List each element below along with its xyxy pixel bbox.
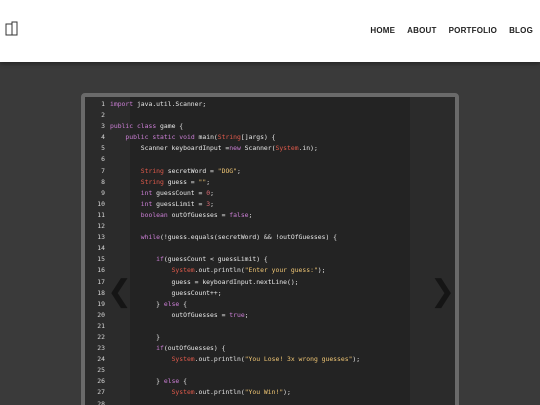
- code-line: 8 String guess = "";: [91, 177, 360, 188]
- code-line: 13 while(!guess.equals(secretWord) && !o…: [91, 232, 360, 243]
- code-text: Scanner keyboardInput =new Scanner(Syste…: [110, 144, 318, 153]
- code-line: 10 int guessLimit = 3;: [91, 199, 360, 210]
- code-line: 2: [91, 110, 360, 121]
- line-number: 20: [97, 310, 105, 319]
- code-text: System.out.println("You Lose! 3x wrong g…: [171, 355, 361, 364]
- nav-item-home[interactable]: HOME: [370, 26, 395, 35]
- line-number: 15: [97, 255, 105, 264]
- line-number: 10: [97, 199, 105, 208]
- code-block: 1 import java.util.Scanner; 2 3 public class…: [91, 99, 360, 405]
- main-nav: HOME ABOUT PORTFOLIO BLOG: [370, 26, 533, 35]
- code-line: 21: [91, 321, 360, 332]
- code-line: 23 if(outOfGuesses) {: [91, 343, 360, 354]
- code-line: 15 if(guessCount < guessLimit) {: [91, 254, 360, 265]
- line-number: 21: [97, 321, 105, 330]
- slider-next-button[interactable]: ❯: [430, 277, 455, 307]
- code-text: if(outOfGuesses) {: [156, 344, 226, 353]
- code-text: import java.util.Scanner;: [110, 100, 207, 108]
- slider-prev-button[interactable]: ❮: [107, 277, 132, 307]
- code-side-right: [410, 97, 455, 405]
- code-text: boolean outOfGuesses = false;: [140, 210, 253, 219]
- logo-icon[interactable]: [5, 21, 19, 36]
- nav-item-portfolio[interactable]: PORTFOLIO: [449, 26, 497, 35]
- line-number: 7: [101, 166, 105, 175]
- code-text: if(guessCount < guessLimit) {: [156, 255, 268, 264]
- code-line: 5 Scanner keyboardInput =new Scanner(Sys…: [91, 143, 360, 154]
- line-number: 26: [97, 377, 105, 386]
- code-line: 12: [91, 221, 360, 232]
- nav-item-blog[interactable]: BLOG: [509, 26, 533, 35]
- code-text: public class game {: [110, 122, 184, 131]
- line-number: 2: [101, 111, 105, 120]
- line-number: 9: [101, 188, 105, 197]
- code-line: 6: [91, 154, 360, 165]
- code-line: 14: [91, 243, 360, 254]
- code-line: 27 System.out.println("You Win!");: [91, 387, 360, 398]
- site-header: HOME ABOUT PORTFOLIO BLOG: [0, 0, 540, 62]
- code-text: System.out.println("You Win!");: [171, 388, 291, 397]
- code-line: 3 public class game {: [91, 121, 360, 132]
- line-number: 23: [97, 344, 105, 353]
- line-number: 18: [97, 288, 105, 297]
- line-number: 22: [97, 332, 105, 341]
- line-number: 13: [97, 233, 105, 242]
- code-line: 25: [91, 365, 360, 376]
- line-number: 27: [97, 388, 105, 397]
- code-line: 20 outOfGuesses = true;: [91, 310, 360, 321]
- nav-item-about[interactable]: ABOUT: [407, 26, 436, 35]
- code-text: String guess = "";: [140, 177, 211, 186]
- line-number: 11: [97, 210, 105, 219]
- code-text: String secretWord = "DOG";: [140, 166, 241, 175]
- code-text: System.out.println("Enter your guess:");: [171, 266, 326, 275]
- line-number: 5: [101, 144, 105, 153]
- code-line: 7 String secretWord = "DOG";: [91, 166, 360, 177]
- line-number: 25: [97, 366, 105, 375]
- code-text: } else {: [110, 377, 187, 386]
- line-number: 24: [97, 355, 105, 364]
- code-line: 24 System.out.println("You Lose! 3x wron…: [91, 354, 360, 365]
- line-number: 12: [97, 222, 105, 231]
- code-text: int guessLimit = 3;: [140, 199, 214, 208]
- line-number: 28: [97, 399, 105, 405]
- code-text: int guessCount = 0;: [140, 188, 214, 197]
- code-line: 26 } else {: [91, 376, 360, 387]
- code-line: 4 public static void main(String[]args) …: [91, 132, 360, 143]
- code-text: while(!guess.equals(secretWord) && !outO…: [140, 233, 338, 242]
- code-line: 9 int guessCount = 0;: [91, 188, 360, 199]
- code-line: 11 boolean outOfGuesses = false;: [91, 210, 360, 221]
- code-line: 28: [91, 399, 360, 405]
- line-number: 16: [97, 266, 105, 275]
- line-number: 17: [97, 277, 105, 286]
- line-number: 3: [101, 122, 105, 131]
- code-screenshot-slide: 1 import java.util.Scanner; 2 3 public class…: [81, 93, 459, 405]
- line-number: 4: [101, 133, 105, 142]
- code-text: outOfGuesses = true;: [110, 310, 249, 319]
- code-line: 22 }: [91, 332, 360, 343]
- code-text: guess = keyboardInput.nextLine();: [110, 277, 299, 286]
- line-number: 8: [101, 177, 105, 186]
- code-line: 1 import java.util.Scanner;: [91, 99, 360, 110]
- code-text: public static void main(String[]args) {: [125, 133, 276, 142]
- code-text: }: [110, 332, 161, 341]
- line-number: 6: [101, 155, 105, 164]
- line-number: 1: [101, 100, 105, 108]
- line-number: 14: [97, 244, 105, 253]
- line-number: 19: [97, 299, 105, 308]
